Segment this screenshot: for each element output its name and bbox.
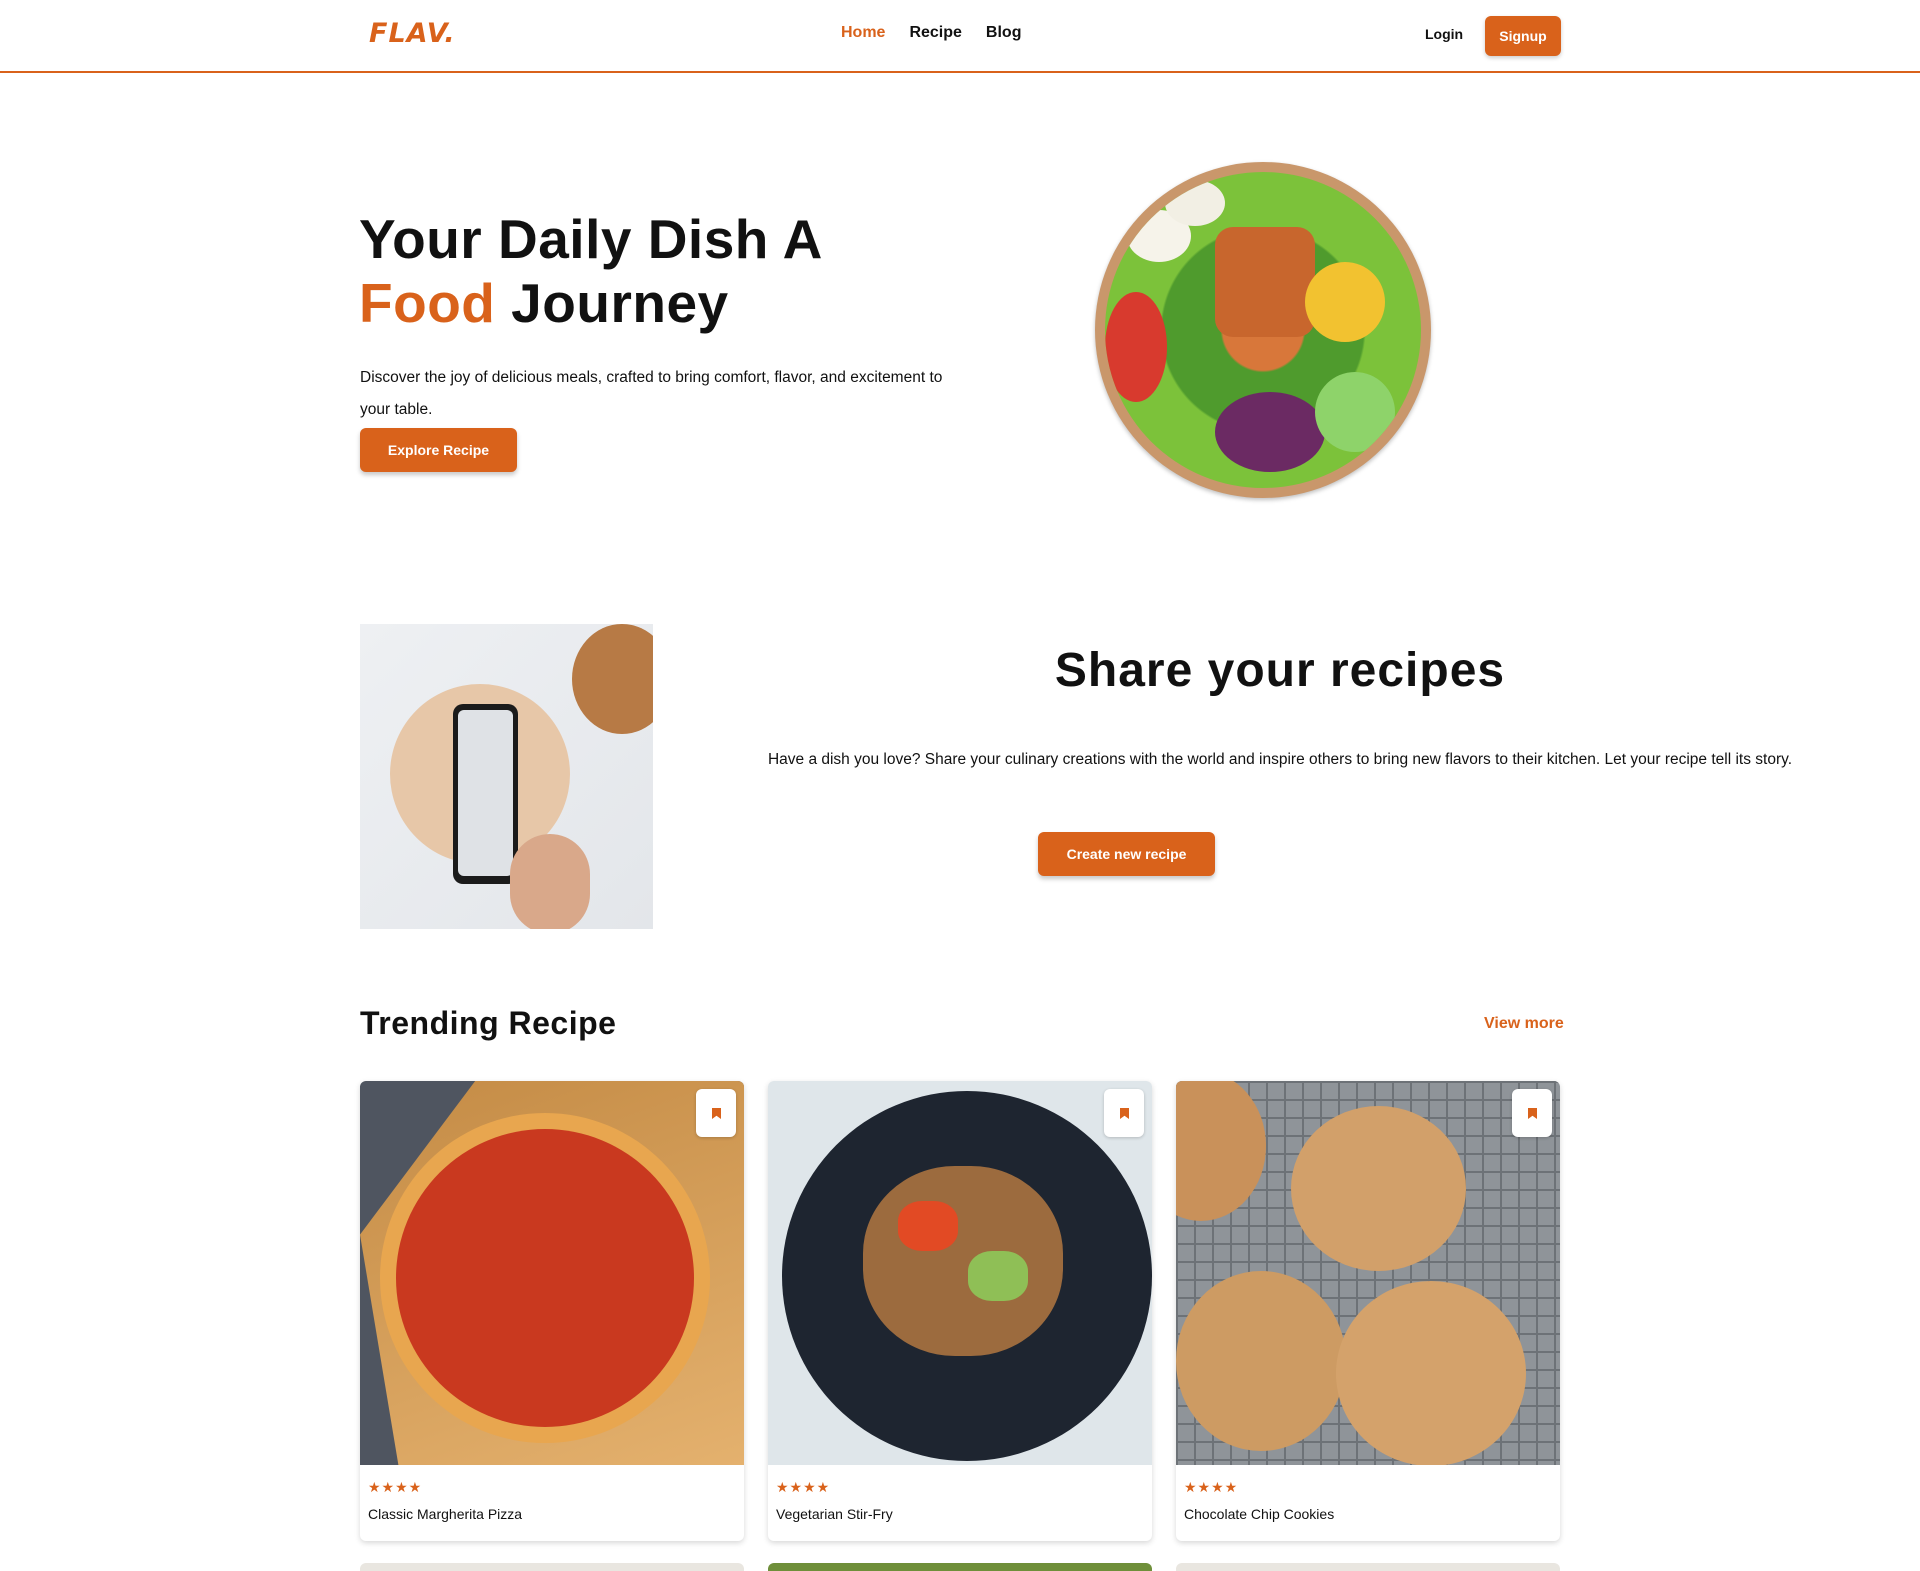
- recipe-name: Classic Margherita Pizza: [368, 1506, 523, 1522]
- nav-link-blog[interactable]: Blog: [986, 24, 1022, 42]
- view-more-link[interactable]: View more: [1484, 1015, 1564, 1033]
- pizza-image: [360, 1081, 744, 1465]
- share-description: Have a dish you love? Share your culinar…: [767, 751, 1793, 768]
- bookmark-icon[interactable]: [696, 1089, 736, 1137]
- nav-link-home[interactable]: Home: [841, 24, 885, 42]
- recipe-card-peek: [768, 1563, 1152, 1571]
- navbar: FLAV. Home Recipe Blog Login Signup: [0, 0, 1920, 73]
- share-title: Share your recipes: [1054, 644, 1506, 697]
- tofu-shape: [1215, 227, 1315, 337]
- tomato-shape: [1105, 292, 1167, 402]
- create-recipe-button[interactable]: Create new recipe: [1038, 832, 1215, 876]
- bookmark-icon[interactable]: [1512, 1089, 1552, 1137]
- signup-button[interactable]: Signup: [1485, 16, 1561, 56]
- nav-link-recipe[interactable]: Recipe: [909, 24, 961, 42]
- salad-bowl-image: [1095, 162, 1431, 498]
- login-link[interactable]: Login: [1425, 26, 1463, 42]
- recipe-name: Vegetarian Stir-Fry: [776, 1506, 893, 1522]
- cabbage-shape: [1215, 392, 1325, 472]
- hand-shape: [510, 834, 590, 929]
- cucumber-shape: [1315, 372, 1395, 452]
- recipe-card-peek: [360, 1563, 744, 1571]
- recipe-card[interactable]: ★★★★ Vegetarian Stir-Fry: [768, 1081, 1152, 1541]
- salad-bowl-contents: [1105, 172, 1421, 488]
- phone-food-photo: [360, 624, 653, 929]
- star-icon: ★★★★: [368, 1479, 423, 1495]
- hero-title: Your Daily Dish A Food Journey: [359, 207, 823, 335]
- phone-shape: [453, 704, 518, 884]
- stir-fry-image: [768, 1081, 1152, 1465]
- star-icon: ★★★★: [776, 1479, 831, 1495]
- hero-description: Discover the joy of delicious meals, cra…: [360, 369, 943, 418]
- hero-title-line1: Your Daily Dish A: [359, 208, 823, 270]
- logo[interactable]: FLAV.: [369, 18, 456, 49]
- cookies-image: [1176, 1081, 1560, 1465]
- bowl-shape: [572, 624, 653, 734]
- trending-title: Trending Recipe: [360, 1005, 617, 1041]
- recipe-card[interactable]: ★★★★ Chocolate Chip Cookies: [1176, 1081, 1560, 1541]
- star-icon: ★★★★: [1184, 1479, 1239, 1495]
- recipe-card[interactable]: ★★★★ Classic Margherita Pizza: [360, 1081, 744, 1541]
- explore-recipe-button[interactable]: Explore Recipe: [360, 428, 517, 472]
- recipe-card-peek: [1176, 1563, 1560, 1571]
- hero-title-accent: Food: [359, 272, 496, 334]
- recipe-name: Chocolate Chip Cookies: [1184, 1506, 1335, 1522]
- nav-links: Home Recipe Blog: [841, 24, 1021, 42]
- egg-shape: [1165, 180, 1225, 226]
- corn-shape: [1305, 262, 1385, 342]
- bookmark-icon[interactable]: [1104, 1089, 1144, 1137]
- hero-title-rest: Journey: [495, 272, 729, 334]
